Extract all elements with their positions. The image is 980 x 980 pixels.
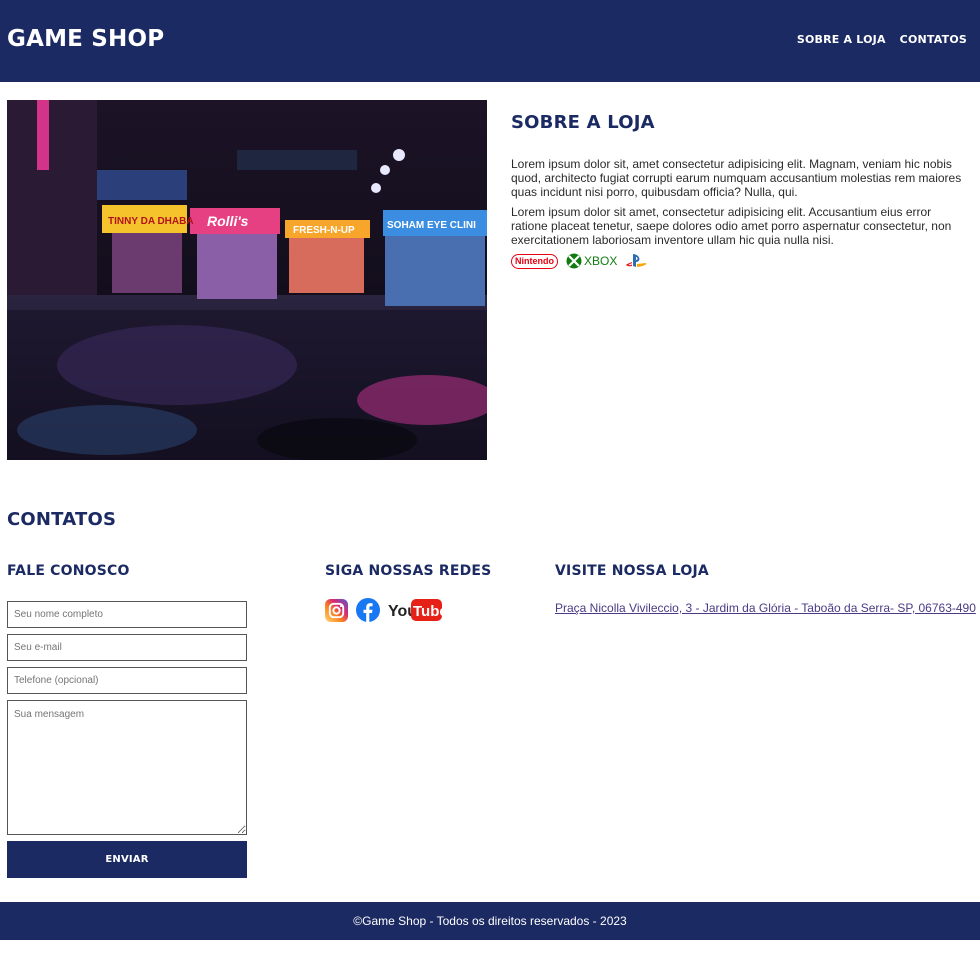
social-links: You Tube [325, 598, 442, 622]
sign-rollis: Rolli's [207, 213, 249, 229]
contact-form-title: FALE CONOSCO [7, 563, 130, 579]
about-section: SOBRE A LOJA Lorem ipsum dolor sit, amet… [511, 112, 971, 269]
console-brands: Nintendo XBOX [511, 253, 971, 269]
site-header: GAME SHOP SOBRE A LOJA CONTATOS [0, 0, 980, 82]
sign-soham: SOHAM EYE CLINI [387, 220, 476, 231]
phone-input[interactable] [7, 667, 247, 694]
xbox-label: XBOX [584, 254, 618, 268]
site-footer: ©Game Shop - Todos os direitos reservado… [0, 902, 980, 940]
submit-button[interactable]: ENVIAR [7, 841, 247, 878]
playstation-icon [626, 254, 647, 267]
store-photo: TINNY DA DHABA Rolli's FRESH-N-UP SOHAM … [7, 100, 487, 460]
contact-form: ENVIAR [7, 601, 247, 878]
youtube-tube-text: Tube [413, 603, 442, 620]
about-title: SOBRE A LOJA [511, 112, 655, 133]
name-input[interactable] [7, 601, 247, 628]
footer-copyright: ©Game Shop - Todos os direitos reservado… [353, 914, 627, 928]
sign-fresh: FRESH-N-UP [293, 225, 355, 236]
youtube-icon[interactable]: You Tube [388, 598, 442, 622]
nintendo-logo: Nintendo [511, 253, 558, 269]
about-paragraph-1: Lorem ipsum dolor sit, amet consectetur … [511, 157, 962, 199]
xbox-logo: XBOX [566, 253, 617, 269]
nav-link-contatos[interactable]: CONTATOS [900, 33, 967, 46]
message-textarea[interactable] [7, 700, 247, 835]
store-address-link[interactable]: Praça Nicolla Vivileccio, 3 - Jardim da … [555, 601, 976, 615]
xbox-icon [566, 253, 582, 269]
social-title: SIGA NOSSAS REDES [325, 563, 492, 579]
facebook-icon[interactable] [356, 598, 380, 622]
sign-dhaba: TINNY DA DHABA [108, 216, 194, 227]
main-nav: SOBRE A LOJA CONTATOS [797, 33, 967, 46]
contacts-title: CONTATOS [7, 509, 117, 530]
visit-title: VISITE NOSSA LOJA [555, 563, 709, 579]
nav-link-sobre[interactable]: SOBRE A LOJA [797, 33, 886, 46]
instagram-icon[interactable] [325, 598, 348, 622]
email-input[interactable] [7, 634, 247, 661]
about-paragraph-2: Lorem ipsum dolor sit amet, consectetur … [511, 205, 952, 247]
site-logo[interactable]: GAME SHOP [7, 26, 164, 52]
